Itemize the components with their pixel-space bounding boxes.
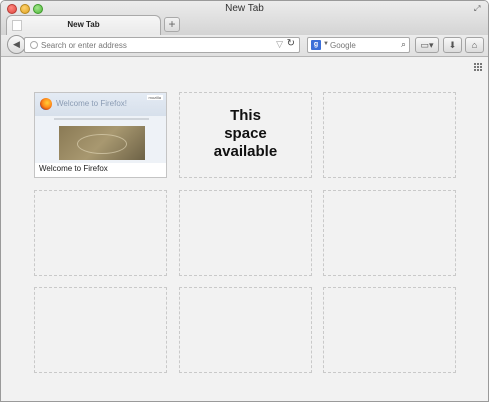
navigation-toolbar: ◀ ▽ ↻ g ▼ ⌕ ▭▾ ⬇ ⌂ — [1, 35, 488, 57]
thumbnail-title: Welcome to Firefox! — [56, 99, 127, 108]
home-button[interactable]: ⌂ — [465, 37, 484, 53]
reload-icon[interactable]: ↻ — [287, 38, 295, 49]
site-tile-welcome[interactable]: Welcome to Firefox! mozilla Welcome to F… — [34, 92, 167, 178]
tab-new-tab[interactable]: New Tab — [6, 15, 161, 36]
thumbnail-image — [59, 126, 145, 160]
empty-tile[interactable] — [323, 92, 456, 178]
fullscreen-icon[interactable]: ⤢ — [474, 4, 483, 13]
empty-tile[interactable] — [179, 287, 312, 373]
history-dropdown-icon[interactable]: ▽ — [276, 39, 283, 50]
url-bar[interactable]: ▽ ↻ — [24, 37, 300, 53]
engine-dropdown-icon[interactable]: ▼ — [323, 41, 329, 47]
google-icon[interactable]: g — [311, 40, 321, 50]
new-tab-button[interactable]: + — [164, 17, 180, 32]
title-bar: New Tab ⤢ New Tab + — [1, 1, 488, 36]
tab-label: New Tab — [67, 20, 100, 29]
browser-window: New Tab ⤢ New Tab + ◀ ▽ ↻ g ▼ ⌕ ▭▾ ⬇ ⌂ — [0, 0, 489, 402]
downloads-button[interactable]: ⬇ — [443, 37, 462, 53]
tile-caption: Welcome to Firefox — [39, 164, 108, 173]
identity-icon — [30, 41, 38, 49]
bookmarks-menu-button[interactable]: ▭▾ — [415, 37, 439, 53]
grid-toggle-icon[interactable] — [474, 63, 483, 72]
site-thumbnail: Welcome to Firefox! mozilla — [35, 93, 166, 163]
empty-tile[interactable] — [179, 190, 312, 276]
search-input[interactable] — [330, 39, 398, 51]
search-bar[interactable]: g ▼ ⌕ — [307, 37, 410, 53]
mozilla-badge: mozilla — [146, 95, 163, 100]
site-tile-placeholder[interactable]: This space available — [179, 92, 312, 178]
empty-tile[interactable] — [323, 190, 456, 276]
empty-tile[interactable] — [34, 287, 167, 373]
window-title: New Tab — [225, 3, 264, 14]
firefox-logo-icon — [40, 98, 52, 110]
search-icon[interactable]: ⌕ — [401, 39, 406, 50]
empty-tile[interactable] — [323, 287, 456, 373]
tile-placeholder-text: This space available — [213, 107, 278, 160]
url-input[interactable] — [41, 39, 271, 51]
empty-tile[interactable] — [34, 190, 167, 276]
